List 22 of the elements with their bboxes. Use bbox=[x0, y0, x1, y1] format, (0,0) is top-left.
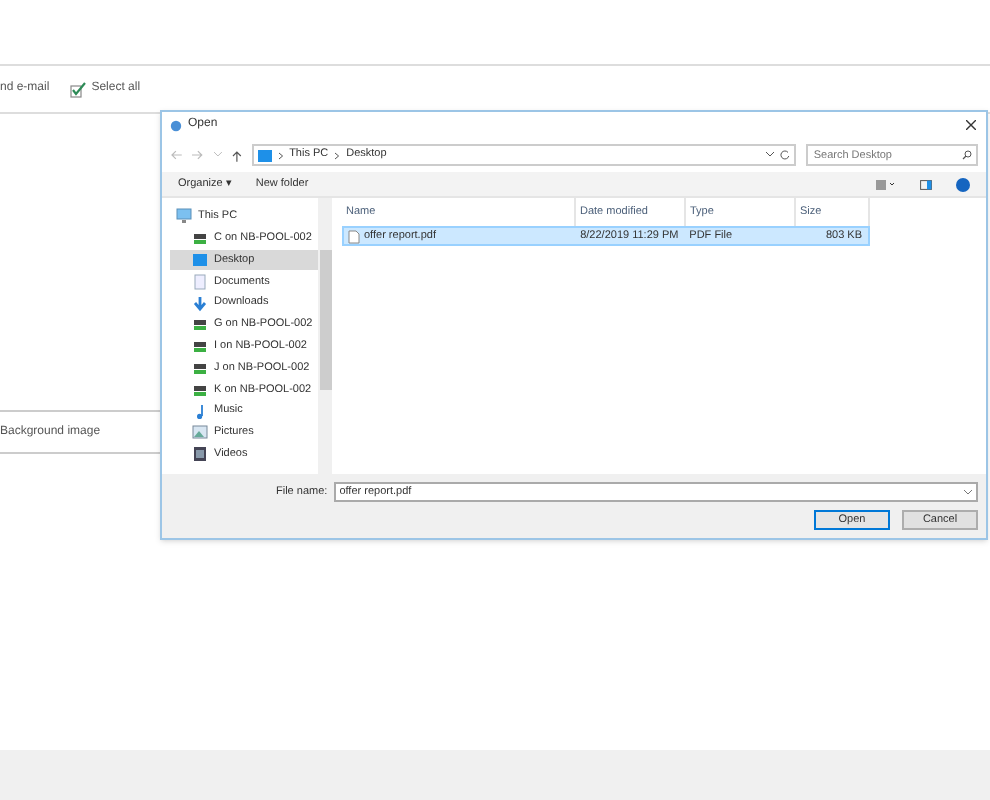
preview-pane-icon[interactable] bbox=[920, 179, 932, 189]
computer-icon bbox=[176, 208, 192, 225]
file-icon bbox=[348, 229, 360, 243]
film-icon bbox=[192, 446, 208, 463]
checkmark-icon bbox=[69, 81, 86, 97]
search-icon bbox=[962, 150, 972, 160]
refresh-icon[interactable] bbox=[779, 150, 790, 160]
desktop-folder-icon bbox=[192, 251, 208, 268]
picture-icon bbox=[192, 424, 208, 441]
close-button[interactable] bbox=[962, 117, 978, 133]
network-drive-icon bbox=[192, 230, 208, 247]
down-arrow-icon bbox=[192, 295, 208, 312]
up-arrow-icon[interactable] bbox=[231, 149, 242, 161]
close-icon bbox=[965, 120, 975, 130]
dropdown-caret-icon[interactable] bbox=[964, 489, 972, 495]
scrollbar[interactable] bbox=[318, 198, 332, 474]
music-note-icon bbox=[192, 403, 208, 420]
dropdown-caret-icon[interactable] bbox=[765, 152, 774, 158]
document-icon bbox=[192, 273, 208, 290]
chevron-icon bbox=[334, 151, 341, 159]
dialog-app-icon bbox=[170, 119, 182, 131]
chevron-icon bbox=[277, 151, 284, 159]
